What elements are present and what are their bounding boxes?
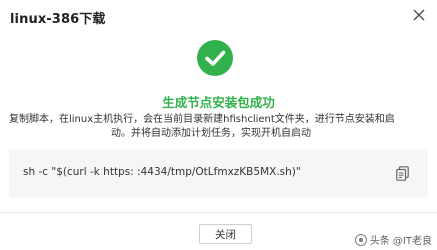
close-button[interactable]: 关闭 [199,224,252,244]
instruction-line-2: 动。并将自动添加计划任务，实现开机自启动 [111,128,311,139]
watermark: 头条 @IT老良 [354,232,432,247]
watermark-text: 头条 @IT老良 [369,236,432,247]
copy-icon[interactable] [396,166,409,181]
footer-divider [0,212,437,213]
dialog-title: linux-386下载 [10,12,106,27]
instruction-text: 复制脚本，在linux主机执行，会在当前目录新建hfishclient文件夹，进… [9,113,429,141]
watermark-logo-icon [354,233,367,246]
check-circle-icon [197,40,233,76]
success-message: 生成节点安装包成功 [162,95,275,110]
instruction-line-1: 复制脚本，在linux主机执行，会在当前目录新建hfishclient文件夹，进… [9,114,395,125]
download-dialog: linux-386下载 生成节点安装包成功 复制脚本，在linux主机执行，会在… [0,0,437,250]
command-box: sh -c "$(curl -k https: :4434/tmp/OtLfmx… [9,149,428,197]
command-text[interactable]: sh -c "$(curl -k https: :4434/tmp/OtLfmx… [23,166,301,178]
close-icon[interactable] [411,7,427,23]
